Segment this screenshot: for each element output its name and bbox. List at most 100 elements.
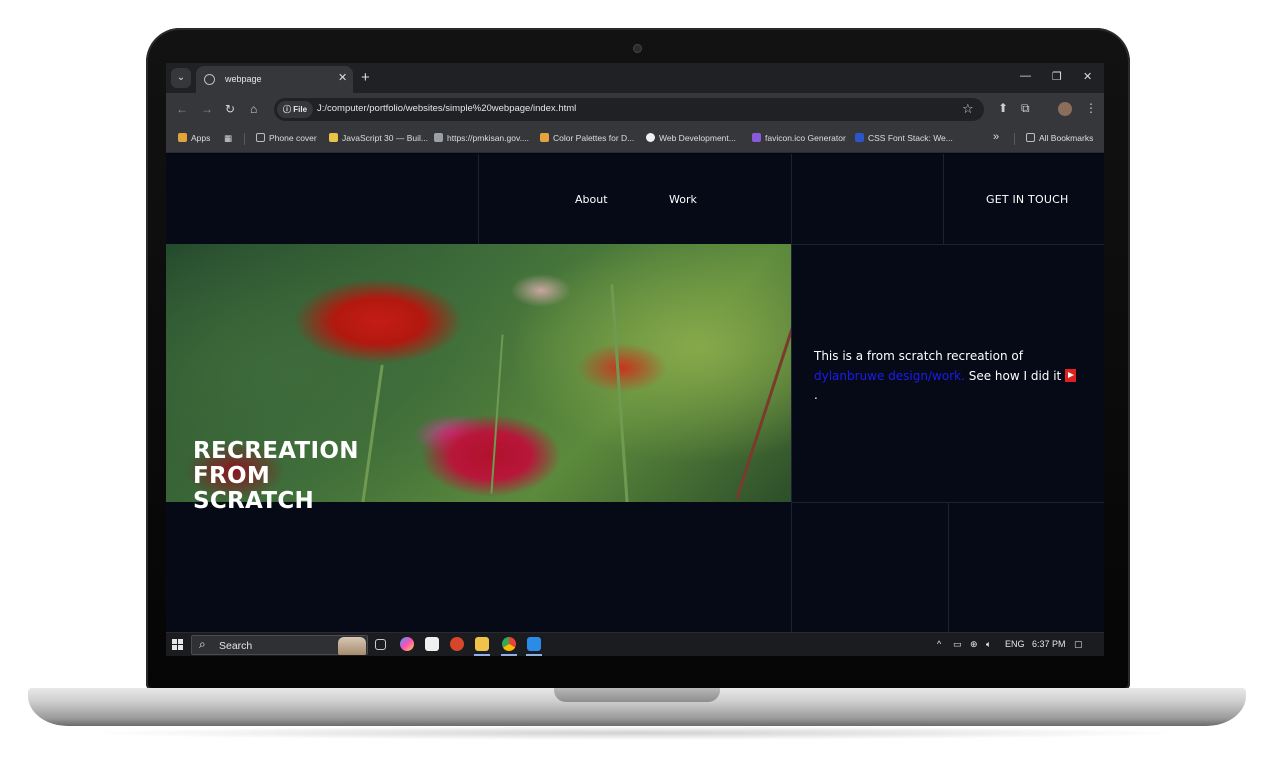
bookmark-web-development[interactable]: Web Development...	[646, 133, 736, 143]
forward-icon[interactable]: →	[201, 102, 213, 116]
flower-stem	[361, 364, 384, 502]
restore-icon[interactable]: ❐	[1052, 70, 1062, 83]
minimize-icon[interactable]: —	[1020, 70, 1031, 82]
hero-text-end: .	[814, 388, 818, 402]
hero-text-middle: See how I did it	[964, 368, 1066, 383]
bookmark-pmkisan[interactable]: https://pmkisan.gov....	[434, 133, 529, 143]
bookmark-color-palettes[interactable]: Color Palettes for D...	[540, 133, 634, 143]
bookmark-label: JavaScript 30 — Buil...	[342, 133, 428, 143]
title-line: SCRATCH	[193, 488, 315, 514]
bookmark-label: Apps	[191, 133, 211, 143]
windows-start-icon[interactable]	[172, 639, 183, 650]
bookmark-label: https://pmkisan.gov....	[447, 133, 530, 143]
title-line: RECREATION	[193, 438, 359, 464]
divider	[1014, 133, 1015, 145]
office-icon[interactable]	[450, 637, 464, 651]
laptop-notch	[554, 688, 720, 702]
dylanbruwe-link[interactable]: dylanbruwe design/work.	[814, 369, 965, 383]
network-icon[interactable]: ⊕	[970, 639, 978, 650]
active-app-indicator	[526, 654, 542, 656]
site-chip-label: File	[293, 105, 308, 114]
bookmark-phone-cover[interactable]: Phone cover	[256, 133, 317, 143]
new-tab-button[interactable]: +	[361, 69, 370, 86]
bookmark-javascript30[interactable]: JavaScript 30 — Buil...	[329, 133, 428, 143]
palette-icon	[540, 133, 549, 142]
title-line: FROM	[193, 463, 271, 489]
tab-groups-icon[interactable]: ▦	[224, 133, 232, 144]
nav-work-link[interactable]: Work	[669, 193, 697, 206]
avatar[interactable]	[1058, 102, 1072, 116]
clock[interactable]: 6:37 PM	[1032, 639, 1066, 649]
more-bookmarks-icon[interactable]: »	[993, 131, 999, 143]
puzzle-icon[interactable]: ⧉	[1021, 101, 1030, 116]
home-icon[interactable]: ⌂	[250, 102, 257, 116]
copilot-icon[interactable]	[400, 637, 414, 651]
tab-bar: ⌄ webpage ✕ + — ❐ ✕	[166, 63, 1104, 93]
extension-icon[interactable]: ⬆	[998, 101, 1008, 115]
close-icon[interactable]: ✕	[338, 71, 347, 84]
nav-about-link[interactable]: About	[575, 193, 608, 206]
flower-stem	[735, 308, 791, 500]
language-indicator[interactable]: ENG	[1005, 639, 1025, 649]
divider	[943, 154, 944, 244]
youtube-icon[interactable]	[1065, 368, 1077, 382]
divider	[791, 154, 792, 632]
notification-icon[interactable]: ▢	[1074, 639, 1083, 650]
hero-text-start: This is a from scratch recreation of	[814, 349, 1023, 363]
bookmark-label: Color Palettes for D...	[553, 133, 635, 143]
divider	[244, 133, 245, 145]
bookmark-star-icon[interactable]: ☆	[962, 101, 974, 117]
tab-title: webpage	[225, 74, 262, 84]
hero-description: This is a from scratch recreation of dyl…	[814, 347, 1079, 406]
back-icon[interactable]: ←	[176, 102, 188, 116]
active-app-indicator	[474, 654, 490, 656]
favicon-icon	[752, 133, 761, 142]
reload-icon[interactable]: ↻	[225, 102, 235, 116]
web-dev-icon	[646, 133, 655, 142]
menu-kebab-icon[interactable]: ⋮	[1085, 101, 1097, 115]
battery-icon[interactable]: ▭	[953, 639, 962, 650]
search-highlight-image	[338, 637, 366, 655]
tray-chevron-icon[interactable]: ^	[937, 639, 941, 649]
bookmark-label: favicon.ico Generator	[765, 133, 846, 143]
page: About Work GET IN TOUCH This is a from s…	[166, 154, 1104, 632]
taskbar-search[interactable]: ⌕ Search	[191, 635, 368, 655]
url-text[interactable]: J:/computer/portfolio/websites/simple%20…	[317, 103, 576, 114]
globe-icon	[204, 74, 215, 85]
bookmark-label: Phone cover	[269, 133, 317, 143]
vscode-icon[interactable]	[527, 637, 541, 651]
omnibox[interactable]: ⓘ File J:/computer/portfolio/websites/si…	[274, 98, 984, 121]
chrome-icon[interactable]	[502, 637, 516, 651]
bookmarks-bar: Apps ▦ Phone cover JavaScript 30 — Buil.…	[166, 125, 1104, 153]
task-view-icon[interactable]	[375, 639, 386, 650]
address-bar-row: ← → ↻ ⌂ ⓘ File J:/computer/portfolio/web…	[166, 93, 1104, 125]
active-app-indicator	[501, 654, 517, 656]
volume-icon[interactable]: 🔈︎	[986, 639, 991, 650]
file-explorer-icon[interactable]	[475, 637, 489, 651]
folder-icon	[256, 133, 265, 142]
bookmark-label: CSS Font Stack: We...	[868, 133, 953, 143]
divider	[791, 502, 1104, 503]
page-icon	[434, 133, 443, 142]
bookmark-css-font-stack[interactable]: CSS Font Stack: We...	[855, 133, 953, 143]
apps-grid-icon	[178, 133, 187, 142]
divider	[478, 154, 479, 244]
get-in-touch-link[interactable]: GET IN TOUCH	[986, 193, 1068, 206]
search-placeholder: Search	[219, 640, 253, 652]
store-icon[interactable]	[425, 637, 439, 651]
bookmark-apps[interactable]: Apps	[178, 133, 210, 143]
flower-stem	[490, 334, 504, 494]
js30-icon	[329, 133, 338, 142]
window-close-icon[interactable]: ✕	[1083, 70, 1092, 83]
bookmark-favicon-generator[interactable]: favicon.ico Generator	[752, 133, 846, 143]
tab-webpage[interactable]: webpage ✕	[196, 66, 353, 93]
bookmark-label: Web Development...	[659, 133, 736, 143]
webcam-icon	[633, 44, 642, 53]
css-icon	[855, 133, 864, 142]
all-bookmarks[interactable]: All Bookmarks	[1026, 133, 1093, 143]
divider	[948, 502, 949, 632]
tab-search-icon[interactable]: ⌄	[171, 68, 191, 88]
site-info-chip[interactable]: ⓘ File	[277, 101, 314, 118]
flower-stem	[610, 284, 629, 502]
search-icon: ⌕	[199, 637, 206, 651]
